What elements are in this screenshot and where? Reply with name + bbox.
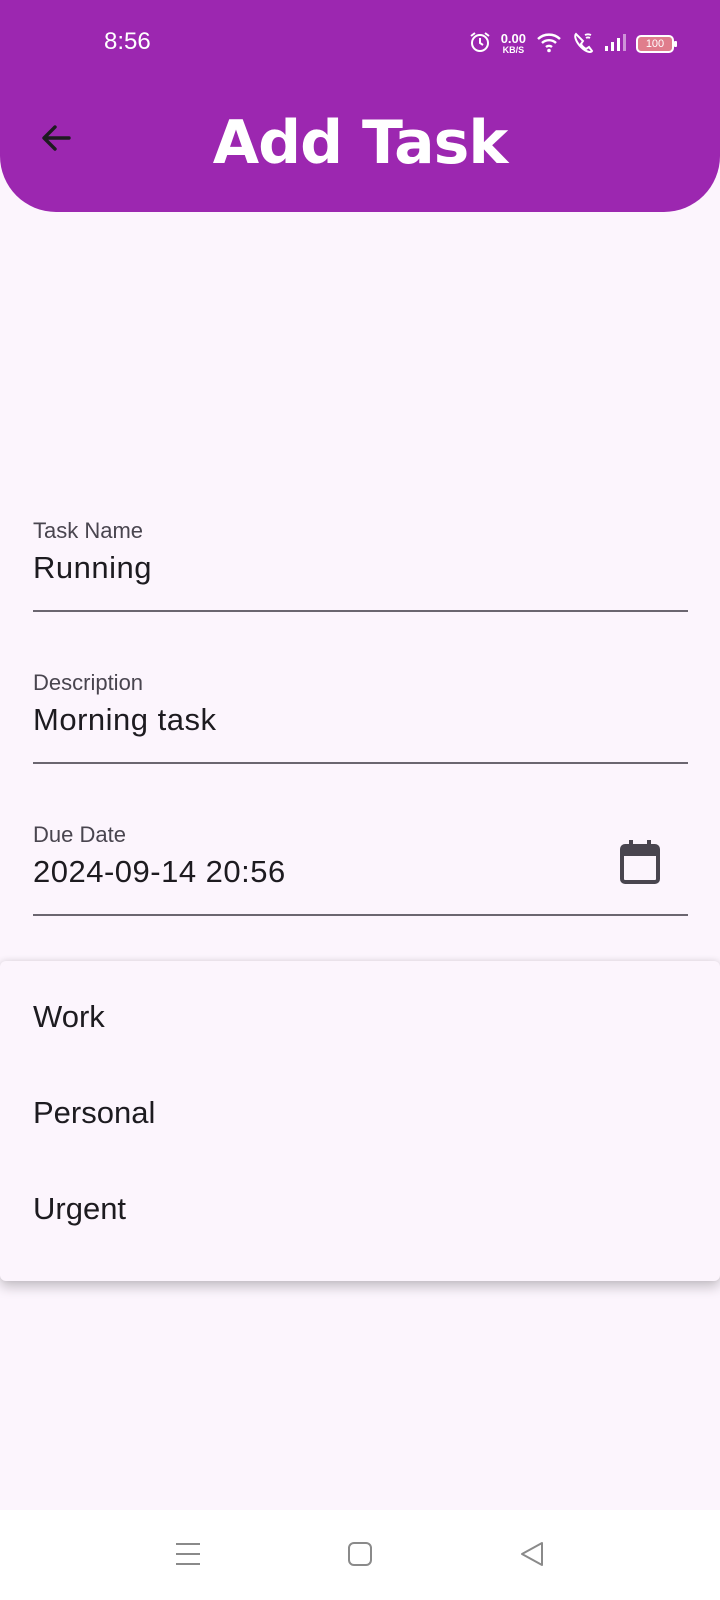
system-back-button[interactable]: [510, 1532, 554, 1576]
dropdown-option-urgent[interactable]: Urgent: [0, 1161, 720, 1257]
page-title: Add Task: [212, 108, 509, 178]
category-dropdown-menu: Work Personal Urgent: [0, 961, 720, 1281]
description-input[interactable]: Morning task: [33, 702, 216, 738]
battery-level: 100: [645, 38, 665, 50]
network-speed: 0.00 KB/S: [500, 31, 526, 55]
wifi-icon: [536, 31, 562, 58]
due-date-field[interactable]: Due Date 2024-09-14 20:56: [33, 822, 688, 916]
recents-button[interactable]: [166, 1532, 210, 1576]
home-button[interactable]: [338, 1532, 382, 1576]
calendar-icon: [620, 840, 660, 884]
calendar-button[interactable]: [618, 838, 662, 886]
dropdown-option-work[interactable]: Work: [0, 969, 720, 1065]
signal-icon: [604, 32, 626, 57]
back-triangle-icon: [521, 1542, 543, 1566]
task-name-input[interactable]: Running: [33, 550, 152, 586]
dropdown-option-personal[interactable]: Personal: [0, 1065, 720, 1161]
menu-icon: [176, 1543, 200, 1565]
task-name-field[interactable]: Task Name Running: [33, 518, 688, 612]
description-field[interactable]: Description Morning task: [33, 670, 688, 764]
alarm-icon: [469, 31, 491, 58]
wifi-call-icon: [572, 31, 594, 58]
battery-indicator: 100: [636, 35, 677, 53]
home-square-icon: [348, 1542, 372, 1566]
description-label: Description: [33, 670, 144, 695]
app-bar: 8:56 0.00 KB/S 100 Add Task: [0, 0, 720, 212]
status-time: 8:56: [104, 28, 151, 55]
system-nav-bar: [0, 1510, 720, 1600]
task-name-label: Task Name: [33, 518, 144, 543]
status-icons: 0.00 KB/S 100: [469, 30, 677, 58]
network-speed-value: 0.00: [500, 31, 526, 46]
due-date-label: Due Date: [33, 822, 126, 847]
network-speed-unit: KB/S: [502, 45, 525, 55]
due-date-input[interactable]: 2024-09-14 20:56: [33, 854, 286, 890]
